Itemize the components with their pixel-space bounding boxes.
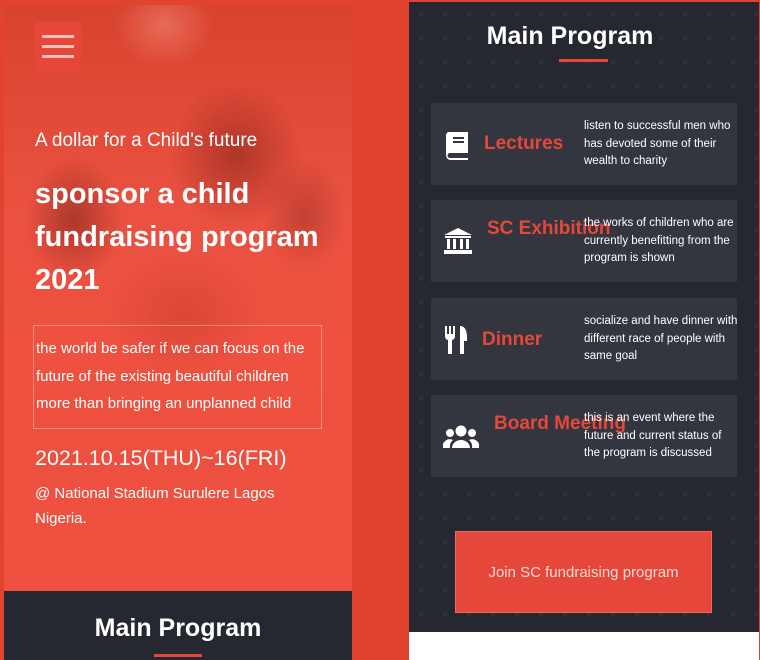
program-name: Dinner	[482, 329, 543, 350]
hero-description: the world be safer if we can focus on th…	[36, 340, 305, 412]
main-program-panel: Main Program Lectures listen to successf…	[409, 2, 759, 660]
next-section-edge	[409, 632, 759, 660]
program-card-exhibition: SC Exhibition the works of children who …	[431, 200, 737, 282]
event-venue: @ National Stadium Surulere Lagos Nigeri…	[35, 485, 275, 527]
section-title-underline	[154, 654, 202, 657]
program-card-lectures: Lectures listen to successful men who ha…	[431, 103, 737, 185]
hero-tagline: A dollar for a Child's future	[35, 130, 258, 151]
main-program-title-underline	[559, 59, 608, 62]
section-title: Main Program	[94, 614, 262, 642]
menu-button[interactable]	[35, 22, 81, 70]
event-date: 2021.10.15(THU)~16(FRI)	[35, 446, 287, 470]
program-description: the works of children who are currently …	[584, 217, 734, 264]
users-icon	[443, 422, 479, 452]
page: A dollar for a Child's future sponsor a …	[0, 0, 760, 660]
hero-panel: A dollar for a Child's future sponsor a …	[4, 5, 352, 660]
menu-bar-icon	[42, 54, 74, 58]
program-description: listen to successful men who has devoted…	[584, 120, 731, 167]
join-program-button[interactable]: Join SC fundraising program	[455, 531, 712, 613]
menu-bar-icon	[42, 34, 74, 38]
hero-title: sponsor a child fundraising program 2021	[35, 178, 319, 296]
program-card-dinner: Dinner socialize and have dinner with di…	[431, 298, 737, 380]
utensils-icon	[441, 325, 471, 355]
museum-icon	[443, 226, 473, 256]
main-program-title: Main Program	[486, 22, 654, 50]
program-card-board-meeting: Board Meeting this is an event where the…	[431, 395, 737, 477]
menu-bar-icon	[42, 44, 74, 48]
program-name: Lectures	[484, 133, 564, 154]
program-description: socialize and have dinner with different…	[584, 315, 738, 362]
program-description: this is an event where the future and cu…	[584, 412, 722, 459]
book-icon	[443, 130, 473, 160]
